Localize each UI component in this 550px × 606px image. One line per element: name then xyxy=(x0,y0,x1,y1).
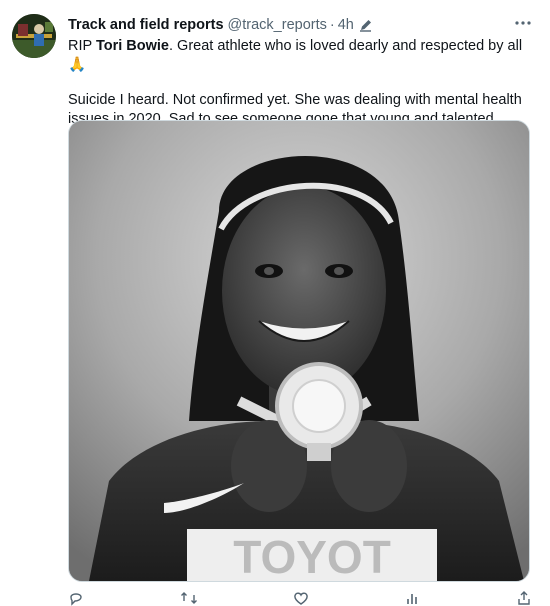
tweet-action-bar xyxy=(68,590,532,606)
avatar[interactable] xyxy=(12,14,56,58)
more-horizontal-icon[interactable] xyxy=(514,15,532,29)
reply-button[interactable] xyxy=(68,590,84,606)
share-icon xyxy=(518,591,530,605)
views-icon xyxy=(406,594,417,604)
text-prefix: RIP xyxy=(68,38,96,54)
avatar-image xyxy=(12,14,56,58)
heart-icon xyxy=(294,592,308,605)
user-handle[interactable]: @track_reports xyxy=(228,17,327,33)
folded-hands-emoji: 🙏 xyxy=(68,57,87,73)
display-name[interactable]: Track and field reports xyxy=(68,17,224,33)
retweet-button[interactable] xyxy=(180,590,198,606)
views-button[interactable] xyxy=(405,590,421,606)
share-button[interactable] xyxy=(516,590,532,606)
text-suffix: . Great athlete who is loved dearly and … xyxy=(169,38,523,54)
tweet-card[interactable]: Track and field reports @track_reports ·… xyxy=(0,0,550,606)
reply-icon xyxy=(70,593,82,606)
bold-name: Tori Bowie xyxy=(95,38,169,54)
sponsor-banner-text: TOYOT xyxy=(233,531,391,581)
tweet-text: RIP Tori Bowie. Great athlete who is lov… xyxy=(68,37,532,129)
like-button[interactable] xyxy=(293,590,309,606)
retweet-icon xyxy=(180,592,197,604)
tweet-header: Track and field reports @track_reports ·… xyxy=(68,15,536,35)
tweet-line-1: RIP Tori Bowie. Great athlete who is lov… xyxy=(68,37,532,75)
tweet-timestamp[interactable]: 4h xyxy=(338,17,354,33)
athlete-photo: TOYOT xyxy=(69,121,529,581)
edit-pencil-icon[interactable] xyxy=(359,18,373,32)
header-separator: · xyxy=(329,17,335,33)
tweet-media-photo[interactable]: TOYOT xyxy=(68,120,530,582)
